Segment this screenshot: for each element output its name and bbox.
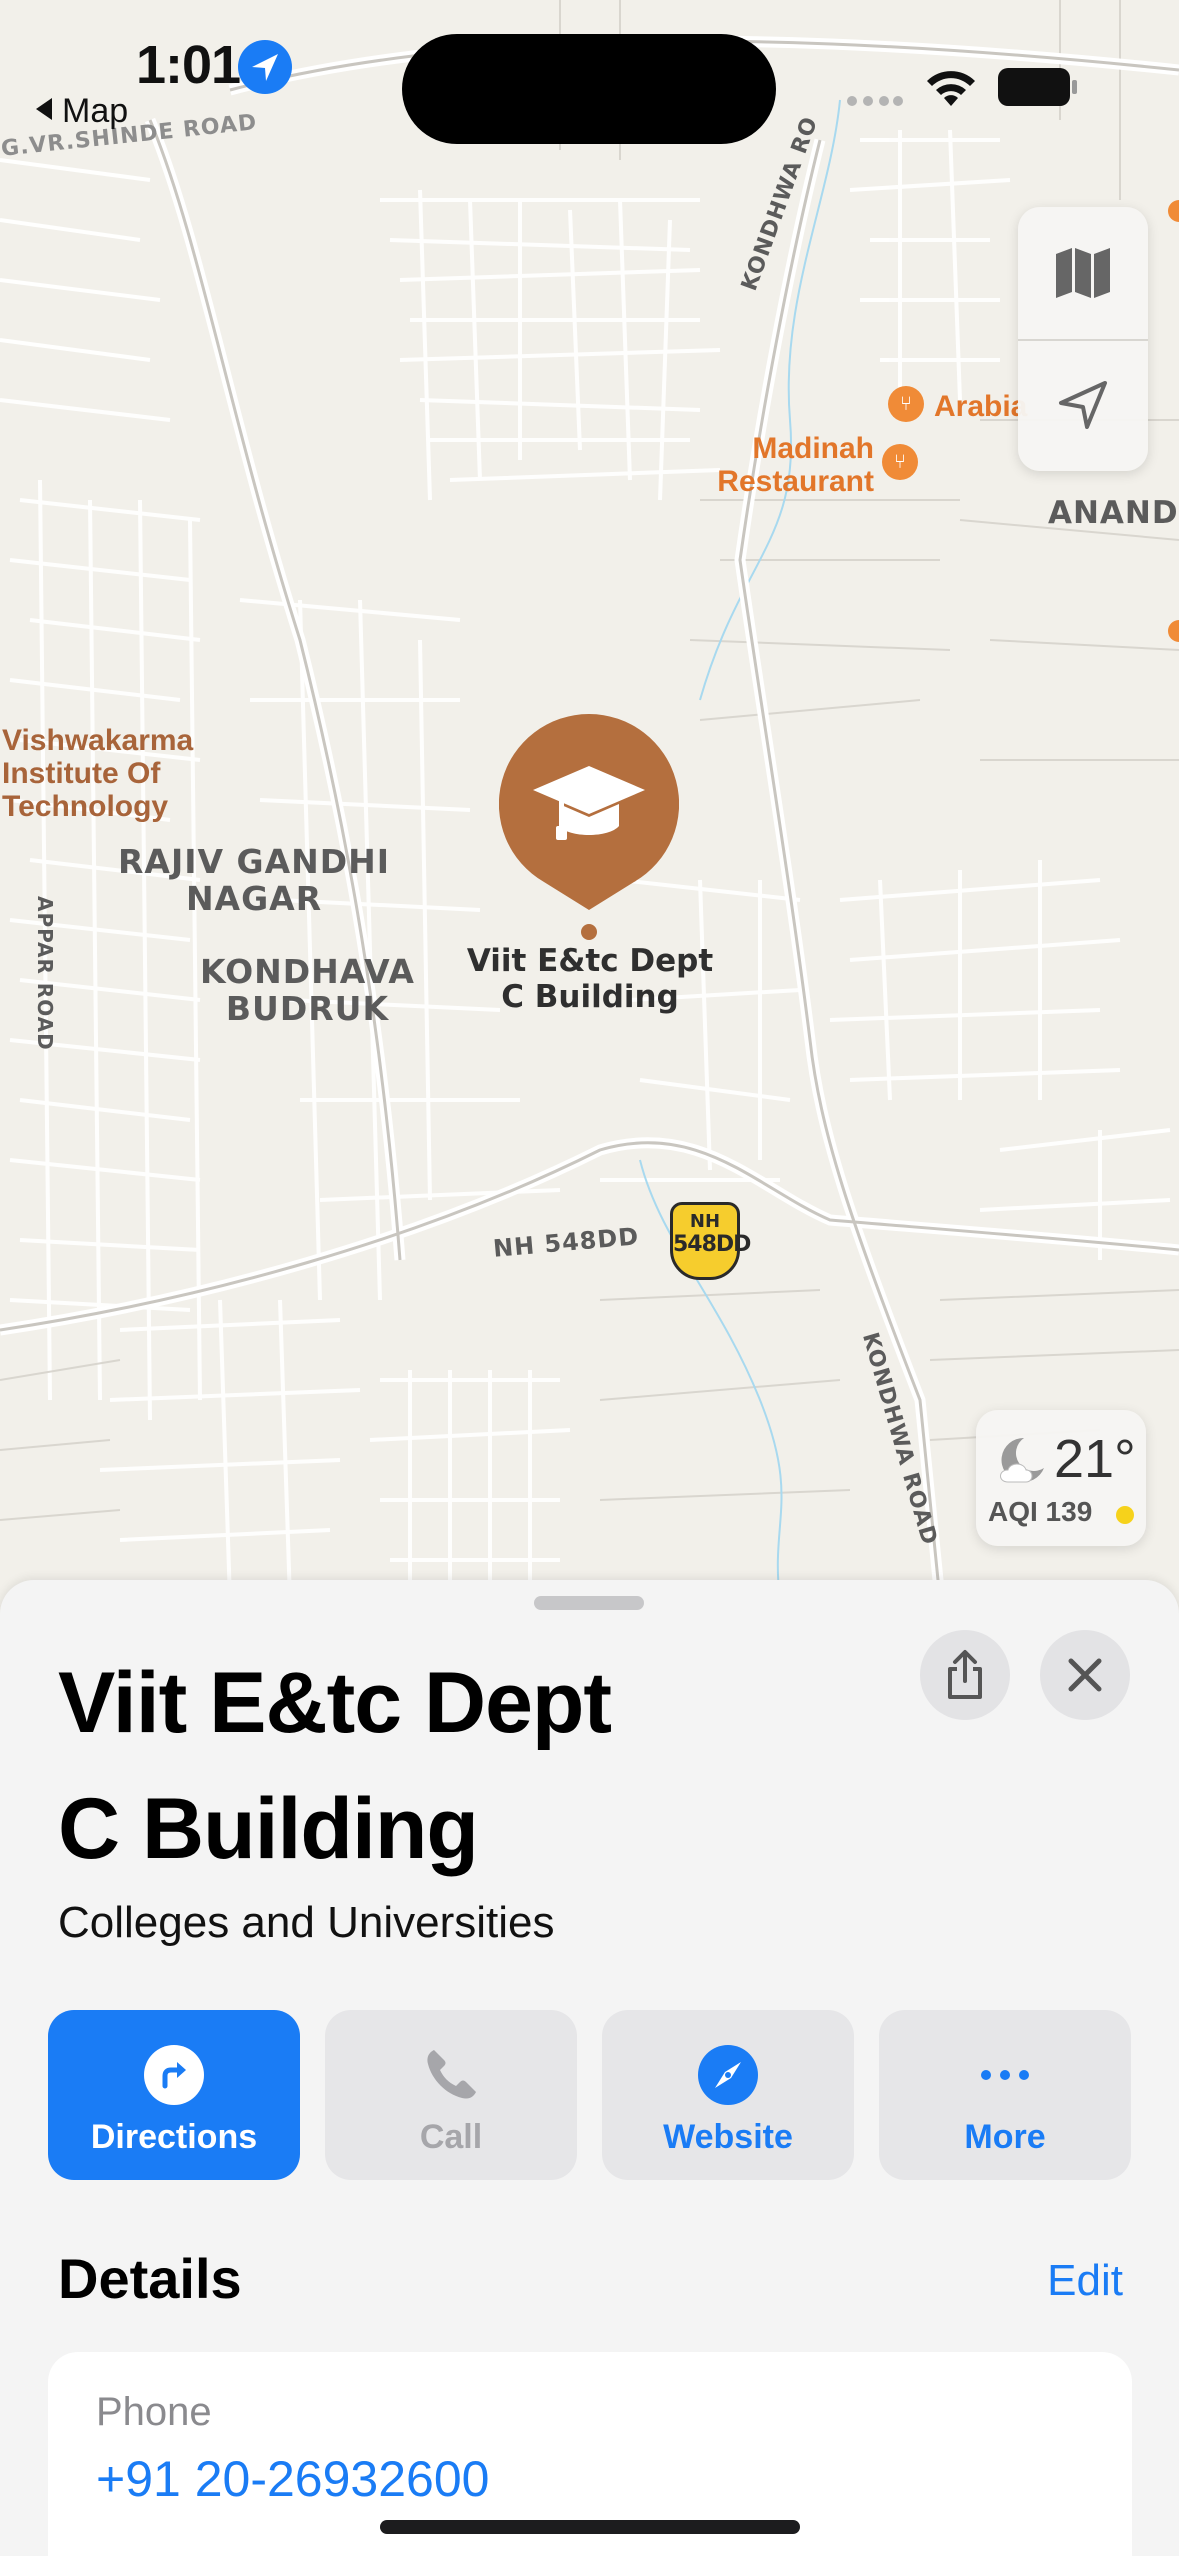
weather-widget[interactable]: 21° AQI 139 bbox=[976, 1410, 1146, 1546]
pin-label[interactable]: Viit E&tc Dept C Building bbox=[430, 943, 750, 1016]
back-label: Map bbox=[62, 92, 129, 130]
poi-label-madinah-restaurant[interactable]: Madinah Restaurant bbox=[700, 432, 874, 498]
home-indicator[interactable] bbox=[380, 2520, 800, 2534]
cellular-signal-icon bbox=[846, 94, 904, 108]
close-button[interactable] bbox=[1040, 1630, 1130, 1720]
moon-cloud-icon bbox=[1000, 1437, 1044, 1483]
share-button[interactable] bbox=[920, 1630, 1010, 1720]
current-location-button[interactable] bbox=[1018, 339, 1148, 471]
ellipsis-icon bbox=[981, 2070, 1029, 2080]
poi-label-vishwakarma[interactable]: Vishwakarma Institute Of Technology bbox=[2, 724, 193, 823]
directions-label: Directions bbox=[90, 2118, 258, 2156]
battery-icon bbox=[998, 68, 1078, 106]
more-button[interactable]: More bbox=[879, 2010, 1131, 2180]
weather-aqi: AQI 139 bbox=[988, 1496, 1093, 1527]
phone-icon bbox=[427, 2050, 476, 2099]
highway-shield: NH 548DD bbox=[670, 1202, 751, 1280]
location-services-icon bbox=[238, 40, 292, 94]
area-label-kondhava-budruk: KONDHAVA BUDRUK bbox=[200, 952, 415, 1028]
compass-icon bbox=[698, 2045, 758, 2105]
call-label: Call bbox=[419, 2118, 483, 2156]
sheet-grabber[interactable] bbox=[534, 1596, 644, 1610]
place-card-sheet: Viit E&tc Dept C Building Colleges and U… bbox=[0, 1580, 1179, 2556]
area-label-anandp: ANANDP bbox=[1048, 495, 1179, 531]
place-category: Colleges and Universities bbox=[58, 1898, 555, 1947]
wifi-icon bbox=[927, 71, 975, 106]
aqi-indicator-dot bbox=[1116, 1506, 1134, 1524]
map-controls bbox=[1018, 207, 1148, 471]
area-label-rajiv-gandhi-nagar: RAJIV GANDHI NAGAR bbox=[118, 842, 391, 918]
status-time: 1:01 bbox=[136, 35, 241, 95]
details-heading: Details bbox=[58, 2247, 242, 2310]
map-mode-icon bbox=[1056, 248, 1110, 298]
back-to-map-button[interactable]: Map bbox=[36, 92, 128, 131]
phone-number-link[interactable]: +91 20-26932600 bbox=[96, 2450, 489, 2508]
website-label: Website bbox=[663, 2118, 793, 2156]
directions-button[interactable]: Directions bbox=[48, 2010, 300, 2180]
more-label: More bbox=[964, 2118, 1046, 2156]
location-arrow-icon bbox=[1059, 381, 1107, 429]
place-title: Viit E&tc Dept C Building bbox=[58, 1655, 612, 1877]
map-mode-button[interactable] bbox=[1018, 207, 1148, 339]
restaurant-icon[interactable]: ⑂ bbox=[882, 444, 918, 480]
restaurant-icon[interactable]: ⑂ bbox=[888, 386, 924, 422]
details-edit-link[interactable]: Edit bbox=[1047, 2256, 1123, 2306]
website-button[interactable]: Website bbox=[602, 2010, 854, 2180]
close-icon bbox=[1068, 1658, 1102, 1692]
map-view[interactable]: RAJIV GANDHI NAGAR KONDHAVA BUDRUK ANAND… bbox=[0, 0, 1179, 1600]
directions-icon bbox=[144, 2045, 204, 2105]
place-pin[interactable] bbox=[499, 714, 679, 940]
share-icon bbox=[948, 1650, 982, 1699]
dynamic-island bbox=[402, 34, 776, 144]
back-triangle-icon bbox=[36, 98, 52, 120]
poi-label-arabia[interactable]: Arabia bbox=[934, 390, 1027, 423]
phone-label: Phone bbox=[96, 2390, 212, 2434]
call-button[interactable]: Call bbox=[325, 2010, 577, 2180]
weather-temperature: 21° bbox=[1054, 1429, 1136, 1489]
road-label-appar-road: APPAR ROAD bbox=[33, 896, 57, 1051]
